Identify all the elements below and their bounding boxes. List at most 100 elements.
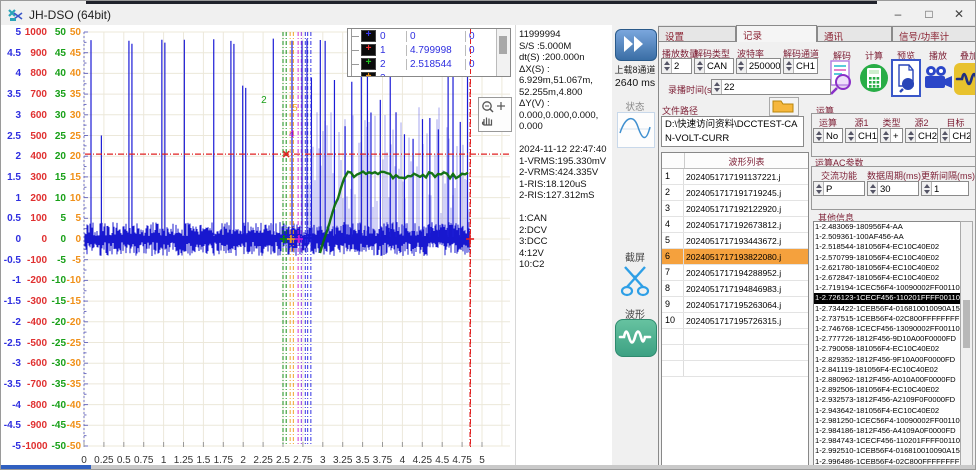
baud-rate-stepper[interactable]: 250000 [736,58,781,74]
spinner-arrows[interactable] [662,59,672,73]
legend-row[interactable]: +000 [348,29,496,43]
waveform-file-list[interactable]: 波形列表 12024051717191137221.j2202405171719… [661,152,809,466]
waveform-file-row[interactable]: 32024051717192122920.j [662,201,808,217]
decoded-frame-row[interactable]: 1-2.984743-1CECF456-110201FFFF001100 [814,436,961,446]
decoded-frame-row[interactable]: 1-2.829352-1812F456-9F10A00F0000FD [814,355,961,365]
decoded-frame-row[interactable]: 1-2.746768-1CECF456-13090002FF001100 [814,324,961,334]
legend-tree-line [351,57,361,71]
decode-channel-stepper[interactable]: CH1 [783,58,818,74]
decoded-frame-row[interactable]: 1-2.841119-181056F4-EC10C40E02 [814,365,961,375]
compute-button[interactable] [859,59,889,97]
spinner-arrows[interactable] [881,129,891,142]
decoded-frame-row[interactable]: 1-2.509361-100AF456-AA [814,232,961,242]
preview-button[interactable] [891,59,921,97]
frames-list-scrollbar[interactable] [960,221,973,467]
record-time-stepper[interactable]: 22 [711,79,831,95]
decoded-frame-row[interactable]: 1-2.737515-1CEB56F4-02C800FFFFFFFFFF [814,314,961,324]
spinner-arrows[interactable] [784,59,794,73]
ac-param-stepper[interactable]: 1 [921,181,969,196]
overlay-button[interactable] [954,59,976,97]
calc-3-stepper[interactable]: CH2 [905,128,938,143]
calc-1-stepper[interactable]: CH1 [845,128,878,143]
tab-comm[interactable]: 通讯 [817,26,892,41]
waveform-file-row[interactable]: 52024051717193443672.j [662,233,808,249]
calc-0-stepper[interactable]: No [813,128,843,143]
legend-row[interactable]: +22.5185440 [348,57,496,71]
decoded-frame-row[interactable]: 1-2.992510-1CEB56F4-016810010090A15A [814,446,961,456]
spinner-arrows[interactable] [814,129,824,142]
decoded-frame-row[interactable]: 1-2.483069-180956F4-AA [814,222,961,232]
calc-4-stepper[interactable]: CH2 [940,128,971,143]
red-vertical-cursor[interactable] [470,29,471,449]
fast-forward-button[interactable] [615,29,657,61]
spinner-arrows[interactable] [906,129,916,142]
decoded-frame-row[interactable]: 1-2.621780-181056F4-EC10C40E02 [814,263,961,273]
waveform-file-row[interactable]: 42024051717192673812.j [662,217,808,233]
spinner-arrows[interactable] [846,129,856,142]
tab-settings[interactable]: 设置 [658,26,736,41]
waveform-file-name: 2024051717192673812.j [684,217,808,232]
decoded-frames-list[interactable]: 1-2.483069-180956F4-AA1-2.509361-100AF45… [813,221,962,469]
decoded-frame-row[interactable]: 1-2.880962-1812F456-A010A00F0000FD [814,375,961,385]
browse-folder-button[interactable] [769,97,799,116]
record-time-label: 录播时间(s) [668,83,715,96]
waveform-file-row[interactable]: 22024051717191719245.j [662,185,808,201]
legend-row[interactable]: +14.7999980 [348,43,496,57]
ac-param-stepper[interactable]: P [813,181,865,196]
y-axis-tick: -500 [22,338,47,349]
waveform-canvas[interactable]: 254 [83,29,511,455]
graph-tools-palette[interactable] [478,97,512,132]
oscilloscope-plot[interactable]: 54.543.532.521.510.50-0.5-1-1.5-2-2.5-3-… [1,25,515,467]
decoded-frame-row[interactable]: 1-2.672847-181056F4-EC10C40E02 [814,273,961,283]
decoded-frame-row[interactable]: 1-2.726123-1CECF456-110201FFFF001100 [814,293,961,303]
spinner-arrows[interactable] [737,59,747,73]
waveform-file-row[interactable]: 12024051717191137221.j [662,169,808,185]
tab-record[interactable]: 记录 [736,25,817,42]
waveform-file-row[interactable]: 92024051717195263064.j [662,297,808,313]
decode-button[interactable] [827,59,857,97]
waveform-button[interactable] [615,319,657,357]
spinner-arrows[interactable] [814,182,824,195]
legend[interactable]: +000+14.7999980+22.5185440+3 [347,28,511,77]
spinner-arrows[interactable] [712,80,722,94]
waveform-file-row[interactable]: 62024051717193822080.j [662,249,808,265]
playback-button[interactable] [923,59,953,97]
file-path-value[interactable]: D:\快速访问资料\DCCTEST-CAN-VOLT-CURR [661,116,804,147]
decoded-frame-row[interactable]: 1-2.981250-1CEC56F4-10090002FF001100 [814,416,961,426]
decoded-frame-row[interactable]: 1-2.777726-1812F456-9D10A00F0000FD [814,334,961,344]
preview-doc-icon [891,59,921,97]
tab-signal-power[interactable]: 信号/功率计 [892,26,976,41]
decoded-frame-row[interactable]: 1-2.790058-181056F4-EC10C40E02 [814,344,961,354]
decoded-frame-row[interactable]: 1-2.932573-1812F456-A2109F0F0000FD [814,395,961,405]
waveform-file-row[interactable]: 72024051717194288952.j [662,265,808,281]
screenshot-scissors-button[interactable] [618,262,652,303]
decoded-frame-row[interactable]: 1-2.570799-181056F4-EC10C40E02 [814,253,961,263]
maximize-button[interactable]: □ [914,4,944,25]
decoded-frame-row[interactable]: 1-2.518544-181056F4-EC10C40E02 [814,242,961,252]
title-bar[interactable]: JH-DSO (64bit) – □ ✕ [1,4,975,26]
spinner-arrows[interactable] [868,182,878,195]
decoded-frame-row[interactable]: 1-2.734422-1CEB56F4-016810010090A15A [814,304,961,314]
decoded-frame-row[interactable]: 1-2.892506-181056F4-EC10C40E02 [814,385,961,395]
spinner-arrows[interactable] [941,129,950,142]
status-waveform-indicator[interactable] [617,112,655,148]
legend-scrollbar[interactable] [496,29,510,76]
waveform-file-row[interactable]: 102024051717195726315.j [662,313,808,329]
calc-2-stepper[interactable]: + [880,128,903,143]
play-count-stepper[interactable]: 2 [661,58,692,74]
waveform-file-row[interactable]: 82024051717194846983.j [662,281,808,297]
frames-list-scrollbar-thumb[interactable] [963,300,970,348]
decoded-frame-row[interactable]: 1-2.719194-1CEC56F4-10090002FF001100 [814,283,961,293]
decode-type-stepper[interactable]: CAN [694,58,734,74]
close-button[interactable]: ✕ [944,4,974,25]
spinner-arrows[interactable] [922,182,932,195]
decoded-frame-row[interactable]: 1-2.984186-1812F456-A4109A0F0000FD [814,426,961,436]
legend-row[interactable]: +3 [348,71,496,76]
y-axis-tick: -0.5 [1,255,21,266]
spinner-arrows[interactable] [695,59,705,73]
decoded-frame-row[interactable]: 1-2.943642-181056F4-EC10C40E02 [814,406,961,416]
svg-text:5: 5 [292,103,298,114]
minimize-button[interactable]: – [883,4,913,25]
legend-scrollbar-thumb[interactable] [499,36,507,54]
ac-param-stepper[interactable]: 30 [867,181,919,196]
